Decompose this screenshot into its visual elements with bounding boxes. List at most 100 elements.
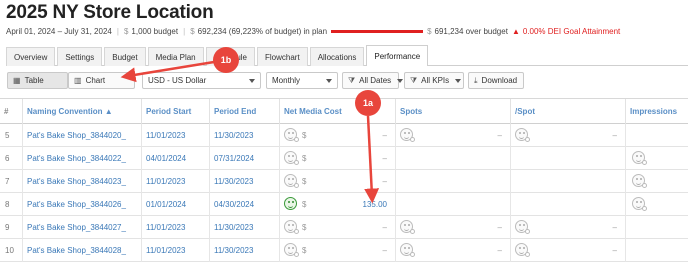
row-period-end[interactable]: 11/30/2023 (209, 170, 279, 193)
row-spots[interactable]: – (395, 216, 510, 239)
row-impressions[interactable] (625, 124, 688, 147)
table-view-button[interactable]: ▦ Table (7, 72, 68, 89)
kpis-filter-button[interactable]: ⧩ All KPIs (404, 72, 464, 89)
tab-settings[interactable]: Settings (57, 47, 103, 66)
row-net-media-cost[interactable]: $ – (279, 239, 395, 262)
row-per-spot[interactable] (510, 193, 625, 216)
row-net-media-cost[interactable]: $ – (279, 170, 395, 193)
page-title: 2025 NY Store Location (6, 2, 214, 23)
row-impressions[interactable] (625, 216, 688, 239)
row-name-link[interactable]: Pat's Bake Shop_3844023_ (22, 170, 141, 193)
col-header-naming-convention[interactable]: Naming Convention ▲ (22, 99, 141, 124)
sentiment-happy-icon (284, 197, 297, 210)
row-per-spot[interactable] (510, 170, 625, 193)
row-period-end[interactable]: 07/31/2024 (209, 147, 279, 170)
separator: | (183, 27, 186, 36)
row-period-end[interactable]: 04/30/2024 (209, 193, 279, 216)
sentiment-neutral-icon (632, 174, 647, 188)
chart-view-button[interactable]: ▥ Chart (68, 72, 135, 89)
currency-select[interactable]: USD - US Dollar (142, 72, 261, 89)
chevron-down-icon (249, 78, 255, 83)
row-name-link[interactable]: Pat's Bake Shop_3844026_ (22, 193, 141, 216)
col-header-index: # (4, 107, 9, 116)
currency-symbol: $ (302, 177, 307, 186)
per-spot-value: – (612, 131, 617, 140)
bar-chart-icon: ▥ (74, 76, 82, 85)
col-header-period-end[interactable]: Period End (209, 99, 279, 124)
row-period-start[interactable]: 11/01/2023 (141, 124, 209, 147)
spots-value: – (497, 246, 502, 255)
dates-filter-button[interactable]: ⧩ All Dates (342, 72, 404, 89)
sentiment-neutral-icon (284, 151, 299, 165)
row-per-spot[interactable]: – (510, 124, 625, 147)
col-header-per-spot[interactable]: /Spot (510, 99, 625, 124)
budget-progress-bar (331, 30, 424, 33)
download-button[interactable]: ⤓ Download (468, 72, 524, 89)
row-period-start[interactable]: 01/01/2024 (141, 193, 209, 216)
currency-symbol: $ (302, 200, 307, 209)
spots-value: – (497, 223, 502, 232)
row-index: 8 (5, 200, 10, 209)
download-icon: ⤓ (474, 75, 478, 85)
row-spots[interactable] (395, 170, 510, 193)
per-spot-value: – (612, 246, 617, 255)
date-range: April 01, 2024 – July 31, 2024 (6, 27, 112, 36)
row-period-start[interactable]: 11/01/2023 (141, 239, 209, 262)
cost-value: – (382, 246, 387, 255)
row-impressions[interactable] (625, 147, 688, 170)
table-header: # Naming Convention ▲ Period Start Perio… (0, 98, 688, 124)
table-row: 10 Pat's Bake Shop_3844028_ 11/01/2023 1… (0, 239, 688, 262)
tab-media-plan[interactable]: Media Plan (147, 47, 204, 66)
col-header-period-start[interactable]: Period Start (141, 99, 209, 124)
sentiment-neutral-icon (400, 220, 415, 234)
tab-performance[interactable]: Performance (366, 45, 429, 66)
row-index: 5 (5, 131, 10, 140)
row-net-media-cost[interactable]: $ – (279, 124, 395, 147)
table-icon: ▦ (13, 76, 21, 85)
row-period-start[interactable]: 04/01/2024 (141, 147, 209, 170)
table-row: 6 Pat's Bake Shop_3844022_ 04/01/2024 07… (0, 147, 688, 170)
row-period-start[interactable]: 11/01/2023 (141, 216, 209, 239)
row-period-end[interactable]: 11/30/2023 (209, 239, 279, 262)
sentiment-neutral-icon (284, 128, 299, 142)
row-impressions[interactable] (625, 193, 688, 216)
row-net-media-cost[interactable]: $ – (279, 147, 395, 170)
row-name-link[interactable]: Pat's Bake Shop_3844022_ (22, 147, 141, 170)
row-period-end[interactable]: 11/30/2023 (209, 124, 279, 147)
cost-value: 135.00 (362, 200, 387, 209)
row-spots[interactable]: – (395, 124, 510, 147)
row-period-end[interactable]: 11/30/2023 (209, 216, 279, 239)
row-net-media-cost[interactable]: $ 135.00 (279, 193, 395, 216)
row-per-spot[interactable]: – (510, 239, 625, 262)
currency-value: USD - US Dollar (148, 76, 207, 85)
performance-table: # Naming Convention ▲ Period Start Perio… (0, 98, 688, 269)
row-name-link[interactable]: Pat's Bake Shop_3844028_ (22, 239, 141, 262)
sentiment-neutral-icon (632, 197, 647, 211)
row-period-start[interactable]: 11/01/2023 (141, 170, 209, 193)
tab-overview[interactable]: Overview (6, 47, 56, 66)
row-spots[interactable] (395, 147, 510, 170)
col-header-spots[interactable]: Spots (395, 99, 510, 124)
period-value: Monthly (272, 76, 301, 85)
row-index: 6 (5, 154, 10, 163)
row-per-spot[interactable] (510, 147, 625, 170)
row-spots[interactable] (395, 193, 510, 216)
tab-budget[interactable]: Budget (104, 47, 146, 66)
row-name-link[interactable]: Pat's Bake Shop_3844020_ (22, 124, 141, 147)
row-net-media-cost[interactable]: $ – (279, 216, 395, 239)
kpis-filter-label: All KPIs (421, 76, 450, 85)
row-impressions[interactable] (625, 170, 688, 193)
row-name-link[interactable]: Pat's Bake Shop_3844027_ (22, 216, 141, 239)
row-index: 7 (5, 177, 10, 186)
cost-value: – (382, 177, 387, 186)
table-row: 9 Pat's Bake Shop_3844027_ 11/01/2023 11… (0, 216, 688, 239)
row-impressions[interactable] (625, 239, 688, 262)
goal-alert[interactable]: ▲ 0.00% DEI Goal Attainment (512, 27, 620, 36)
tab-flowchart[interactable]: Flowchart (257, 47, 308, 66)
row-spots[interactable]: – (395, 239, 510, 262)
col-header-impressions[interactable]: Impressions (625, 99, 688, 124)
currency-symbol: $ (302, 223, 307, 232)
period-select[interactable]: Monthly (266, 72, 338, 89)
row-per-spot[interactable]: – (510, 216, 625, 239)
tab-allocations[interactable]: Allocations (309, 47, 365, 66)
